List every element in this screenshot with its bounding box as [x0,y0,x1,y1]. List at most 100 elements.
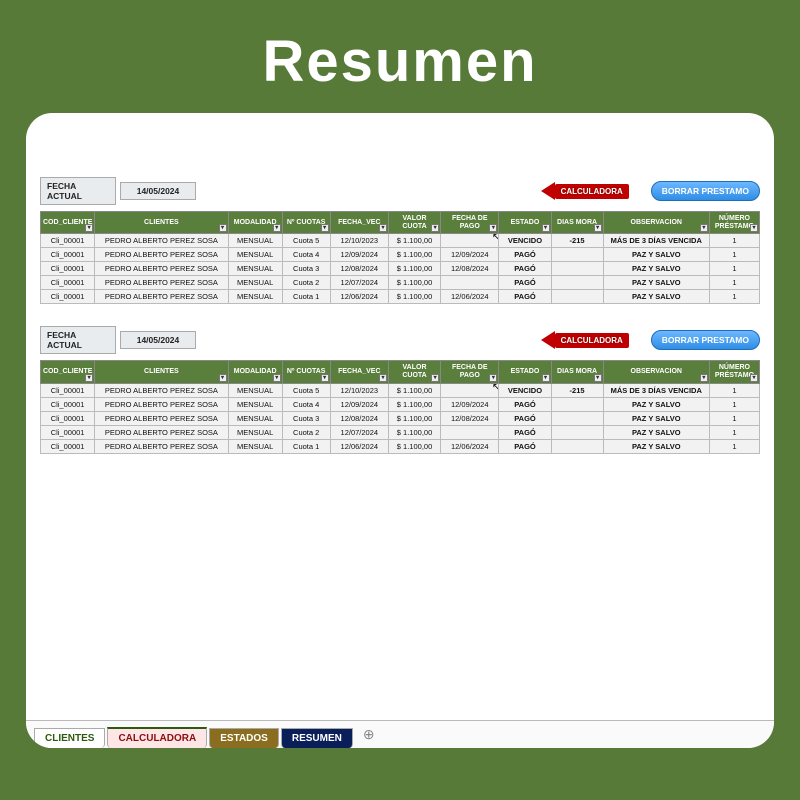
cell[interactable]: MENSUAL [228,276,282,290]
cell[interactable]: PEDRO ALBERTO PEREZ SOSA [95,425,228,439]
cell[interactable]: Cuota 1 [282,290,330,304]
cell[interactable]: PAGÓ [499,439,551,453]
table-row[interactable]: Cli_00001PEDRO ALBERTO PEREZ SOSAMENSUAL… [41,397,760,411]
cell[interactable]: PEDRO ALBERTO PEREZ SOSA [95,290,228,304]
cell[interactable]: 12/07/2024 [330,276,388,290]
cell[interactable]: PEDRO ALBERTO PEREZ SOSA [95,276,228,290]
filter-button[interactable]: ▾ [431,224,439,232]
cell[interactable]: Cuota 3 [282,411,330,425]
cell[interactable]: Cli_00001 [41,397,95,411]
calculadora-arrow-button[interactable]: CALCULADORA [541,182,629,200]
cell[interactable]: 1 [709,411,759,425]
filter-button[interactable]: ▾ [750,374,758,382]
cell[interactable]: VENCIDO [499,234,551,248]
cell[interactable]: MÁS DE 3 DÍAS VENCIDA [603,383,709,397]
cell[interactable]: Cuota 5 [282,234,330,248]
filter-button[interactable]: ▾ [85,374,93,382]
filter-button[interactable]: ▾ [542,224,550,232]
cell[interactable]: PAZ Y SALVO [603,439,709,453]
filter-button[interactable]: ▾ [321,374,329,382]
cell[interactable]: $ 1.100,00 [388,290,440,304]
cell[interactable]: $ 1.100,00 [388,383,440,397]
cell[interactable]: Cuota 4 [282,397,330,411]
cell[interactable]: Cli_00001 [41,262,95,276]
cell[interactable]: Cli_00001 [41,383,95,397]
filter-button[interactable]: ▾ [219,374,227,382]
cell[interactable]: 12/08/2024 [441,262,499,276]
cell[interactable]: Cuota 1 [282,439,330,453]
cell[interactable]: PEDRO ALBERTO PEREZ SOSA [95,383,228,397]
filter-button[interactable]: ▾ [594,374,602,382]
cell[interactable]: 12/06/2024 [441,439,499,453]
cell[interactable]: 1 [709,290,759,304]
cell[interactable]: Cli_00001 [41,290,95,304]
filter-button[interactable]: ▾ [379,374,387,382]
table-row[interactable]: Cli_00001PEDRO ALBERTO PEREZ SOSAMENSUAL… [41,411,760,425]
cell[interactable]: $ 1.100,00 [388,411,440,425]
cell[interactable]: 12/06/2024 [441,290,499,304]
cell[interactable]: 12/09/2024 [441,397,499,411]
cell[interactable]: MENSUAL [228,411,282,425]
table-row[interactable]: Cli_00001PEDRO ALBERTO PEREZ SOSAMENSUAL… [41,439,760,453]
table-row[interactable]: Cli_00001PEDRO ALBERTO PEREZ SOSAMENSUAL… [41,276,760,290]
cell[interactable]: -215 [551,234,603,248]
tab-clientes[interactable]: CLIENTES [34,728,105,748]
cell[interactable]: PAGÓ [499,397,551,411]
filter-button[interactable]: ▾ [85,224,93,232]
cell[interactable]: Cli_00001 [41,276,95,290]
cell[interactable]: MENSUAL [228,262,282,276]
cell[interactable]: PAZ Y SALVO [603,290,709,304]
filter-button[interactable]: ▾ [750,224,758,232]
cell[interactable]: PEDRO ALBERTO PEREZ SOSA [95,439,228,453]
cell[interactable]: 12/10/2023 [330,234,388,248]
table-row[interactable]: Cli_00001PEDRO ALBERTO PEREZ SOSAMENSUAL… [41,383,760,397]
cell[interactable]: 1 [709,276,759,290]
cell[interactable]: PEDRO ALBERTO PEREZ SOSA [95,234,228,248]
cell[interactable]: MENSUAL [228,234,282,248]
cell[interactable]: PAZ Y SALVO [603,276,709,290]
filter-button[interactable]: ▾ [700,374,708,382]
borrar-prestamo-button[interactable]: BORRAR PRESTAMO [651,181,760,201]
cell[interactable]: MENSUAL [228,248,282,262]
borrar-prestamo-button[interactable]: BORRAR PRESTAMO [651,330,760,350]
filter-button[interactable]: ▾ [379,224,387,232]
cell[interactable]: PAGÓ [499,411,551,425]
cell[interactable]: $ 1.100,00 [388,397,440,411]
cell[interactable]: PAZ Y SALVO [603,411,709,425]
cell[interactable]: MÁS DE 3 DÍAS VENCIDA [603,234,709,248]
cell[interactable]: Cli_00001 [41,411,95,425]
cell[interactable]: $ 1.100,00 [388,262,440,276]
cell[interactable]: PAGÓ [499,276,551,290]
cell[interactable]: PAZ Y SALVO [603,262,709,276]
cell[interactable]: PEDRO ALBERTO PEREZ SOSA [95,262,228,276]
filter-button[interactable]: ▾ [219,224,227,232]
cell[interactable]: MENSUAL [228,439,282,453]
cell[interactable]: 12/08/2024 [330,262,388,276]
cell[interactable]: $ 1.100,00 [388,234,440,248]
filter-button[interactable]: ▾ [542,374,550,382]
cell[interactable] [551,411,603,425]
cell[interactable]: 12/08/2024 [330,411,388,425]
cell[interactable]: PEDRO ALBERTO PEREZ SOSA [95,397,228,411]
cell[interactable]: $ 1.100,00 [388,248,440,262]
tab-calculadora[interactable]: CALCULADORA [107,727,207,748]
filter-button[interactable]: ▾ [489,224,497,232]
table-row[interactable]: Cli_00001PEDRO ALBERTO PEREZ SOSAMENSUAL… [41,262,760,276]
cell[interactable]: Cli_00001 [41,234,95,248]
cell[interactable] [551,248,603,262]
cell[interactable]: PEDRO ALBERTO PEREZ SOSA [95,411,228,425]
cell[interactable]: Cuota 2 [282,276,330,290]
cell[interactable]: -215 [551,383,603,397]
cell[interactable] [551,397,603,411]
cell[interactable]: MENSUAL [228,383,282,397]
cell[interactable] [551,439,603,453]
cell[interactable] [551,276,603,290]
table-row[interactable]: Cli_00001PEDRO ALBERTO PEREZ SOSAMENSUAL… [41,234,760,248]
table-row[interactable]: Cli_00001PEDRO ALBERTO PEREZ SOSAMENSUAL… [41,425,760,439]
cell[interactable]: $ 1.100,00 [388,425,440,439]
cell[interactable]: 12/10/2023 [330,383,388,397]
cell[interactable]: $ 1.100,00 [388,439,440,453]
cell[interactable]: MENSUAL [228,397,282,411]
cell[interactable]: 12/06/2024 [330,290,388,304]
cell[interactable] [441,425,499,439]
